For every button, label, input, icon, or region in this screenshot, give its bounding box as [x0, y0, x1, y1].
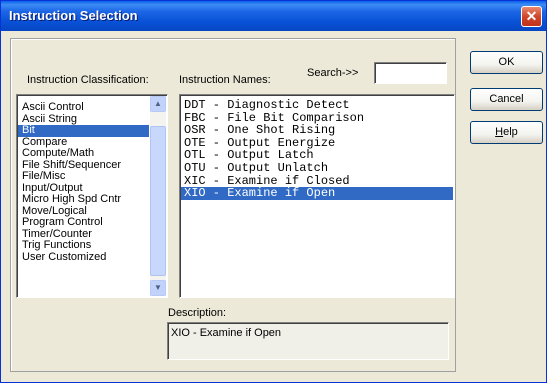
cancel-button[interactable]: Cancel — [470, 88, 543, 111]
classification-item[interactable]: File/Misc — [18, 170, 149, 183]
help-button-label: Help — [495, 126, 518, 138]
window-title: Instruction Selection — [9, 8, 138, 23]
instruction-name-item[interactable]: OTU - Output Unlatch — [181, 162, 453, 175]
search-label: Search->> — [307, 67, 359, 79]
classification-item[interactable]: Ascii String — [18, 113, 149, 126]
description-box: XIO - Examine if Open — [167, 322, 449, 360]
description-text: XIO - Examine if Open — [171, 327, 282, 339]
classification-item[interactable]: Program Control — [18, 216, 149, 229]
search-input[interactable] — [374, 62, 447, 84]
classification-item[interactable]: Compute/Math — [18, 147, 149, 160]
instruction-name-item[interactable]: DDT - Diagnostic Detect — [181, 99, 453, 112]
instruction-names-items: DDT - Diagnostic Detect FBC - File Bit Co… — [181, 99, 453, 200]
help-button[interactable]: Help — [470, 121, 543, 144]
scroll-up-icon[interactable]: ▲ — [150, 96, 166, 112]
classification-item[interactable]: Bit — [18, 124, 149, 137]
names-label: Instruction Names: — [179, 74, 271, 86]
classification-items: Ascii Control Ascii String Bit Compare Compu… — [18, 101, 149, 264]
instruction-names-list[interactable]: DDT - Diagnostic Detect FBC - File Bit Co… — [179, 94, 455, 298]
instruction-name-item[interactable]: XIO - Examine if Open — [181, 187, 453, 200]
classification-item[interactable]: Ascii Control — [18, 101, 149, 114]
classification-item[interactable]: Micro High Spd Cntr — [18, 193, 149, 206]
ok-button[interactable]: OK — [470, 51, 543, 74]
scroll-down-icon[interactable]: ▼ — [150, 280, 166, 296]
classification-item[interactable]: Trig Functions — [18, 239, 149, 252]
classification-list[interactable]: Ascii Control Ascii String Bit Compare Compu… — [16, 94, 168, 298]
classification-scrollbar[interactable]: ▲ ▼ — [150, 96, 166, 296]
instruction-name-item[interactable]: OSR - One Shot Rising — [181, 124, 453, 137]
description-label: Description: — [168, 307, 227, 319]
instruction-selection-dialog: Instruction Selection ✕ Instruction Clas… — [0, 0, 547, 383]
title-bar[interactable]: Instruction Selection ✕ — [1, 1, 546, 31]
scroll-thumb[interactable] — [150, 126, 166, 276]
classification-item[interactable]: User Customized — [18, 251, 149, 264]
close-icon[interactable]: ✕ — [521, 6, 542, 27]
classification-label: Instruction Classification: — [27, 74, 149, 86]
